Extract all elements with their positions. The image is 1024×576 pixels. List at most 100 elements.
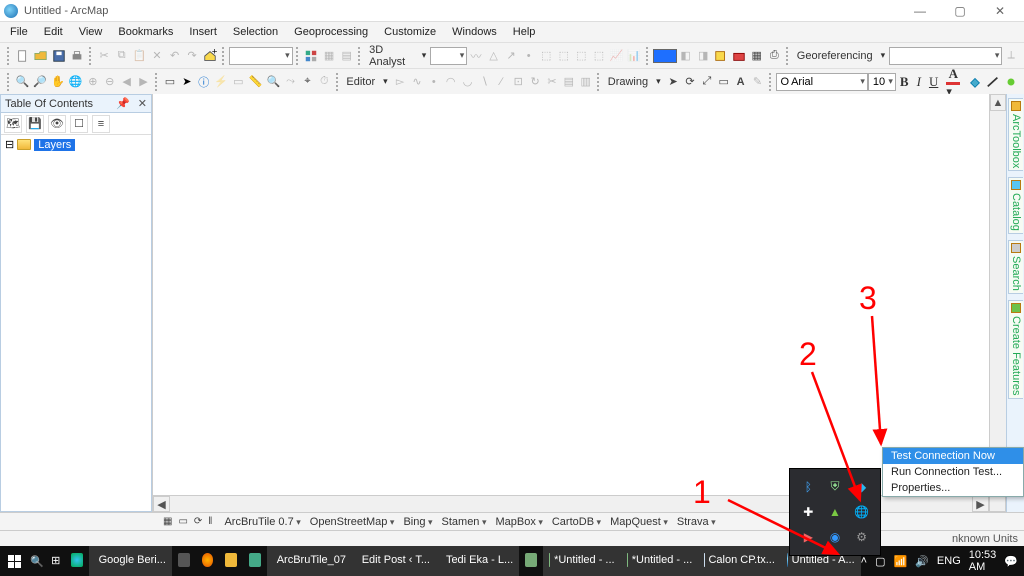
- toc-options-icon[interactable]: ≡: [92, 115, 110, 133]
- graph-icon[interactable]: 📊: [626, 47, 642, 65]
- toolbar-grip[interactable]: [296, 47, 300, 65]
- goto-xy-icon[interactable]: ⌖: [300, 73, 315, 91]
- menu-selection[interactable]: Selection: [225, 24, 286, 40]
- menu-file[interactable]: File: [2, 24, 36, 40]
- toc-close-icon[interactable]: ✕: [134, 97, 151, 110]
- marker-color-icon[interactable]: [1003, 73, 1019, 91]
- interp-a-icon[interactable]: ⬚: [538, 47, 554, 65]
- font-family-dropdown[interactable]: OArial: [776, 73, 868, 91]
- interp-d-icon[interactable]: ⬚: [591, 47, 607, 65]
- slope-icon[interactable]: △: [486, 47, 502, 65]
- tray-item-intel[interactable]: ◉: [823, 526, 848, 549]
- draw-rect-icon[interactable]: ▭: [716, 73, 731, 91]
- taskbar-app-edge[interactable]: [65, 546, 89, 576]
- line-color-icon[interactable]: [985, 73, 1001, 91]
- tray-item-network[interactable]: 🌐: [849, 500, 874, 523]
- tray-wifi-icon[interactable]: 📶: [894, 555, 908, 568]
- highlight-swatch[interactable]: [653, 49, 677, 63]
- cut-icon[interactable]: ✂: [96, 47, 112, 65]
- toolbox-icon[interactable]: [731, 47, 747, 65]
- editor-label[interactable]: Editor: [342, 76, 379, 88]
- identify-icon[interactable]: ⓘ: [196, 73, 211, 91]
- profile-icon[interactable]: 📈: [609, 47, 625, 65]
- tray-item-bt[interactable]: ᛒ: [796, 475, 821, 498]
- tray-notifications-icon[interactable]: 💬: [1004, 555, 1018, 568]
- zoom-out-icon[interactable]: 🔎: [32, 73, 48, 91]
- taskbar-app[interactable]: [519, 546, 543, 576]
- menu-customize[interactable]: Customize: [376, 24, 444, 40]
- menu-bookmarks[interactable]: Bookmarks: [110, 24, 181, 40]
- ctx-properties[interactable]: Properties...: [883, 480, 1023, 496]
- toolbar-grip[interactable]: [7, 47, 11, 65]
- brutile-strava[interactable]: Strava: [674, 516, 719, 528]
- fixed-zoom-out-icon[interactable]: ⊖: [102, 73, 117, 91]
- scroll-up-icon[interactable]: ▲: [990, 94, 1006, 111]
- brutile-cartodb[interactable]: CartoDB: [549, 516, 604, 528]
- taskbar-app-explorer[interactable]: [219, 546, 243, 576]
- print-icon[interactable]: [69, 47, 85, 65]
- next-extent-icon[interactable]: ▶: [136, 73, 151, 91]
- font-size-dropdown[interactable]: 10: [868, 73, 896, 91]
- pan-icon[interactable]: ✋: [50, 73, 66, 91]
- edit-sketch-icon[interactable]: ▥: [578, 73, 593, 91]
- edit-tool-icon[interactable]: ▻: [393, 73, 408, 91]
- toolbar-grip[interactable]: [222, 47, 226, 65]
- menu-view[interactable]: View: [71, 24, 111, 40]
- taskbar-app-chrome[interactable]: Google Beri...: [89, 546, 172, 576]
- edit-cut-icon[interactable]: ✂: [545, 73, 560, 91]
- georef-label[interactable]: Georeferencing: [793, 50, 877, 62]
- draw-rotate-icon[interactable]: ⟳: [683, 73, 698, 91]
- point-icon[interactable]: •: [521, 47, 537, 65]
- toolbar-grip[interactable]: [336, 73, 340, 91]
- taskbar-app-notepad[interactable]: Calon CP.tx...: [698, 546, 781, 576]
- tool-b-icon[interactable]: ▤: [339, 47, 355, 65]
- taskbar-app-explorer2[interactable]: ArcBruTile_07: [267, 546, 352, 576]
- edit-seg-icon[interactable]: ∖: [477, 73, 492, 91]
- side-tab-arctoolbox[interactable]: ArcToolbox: [1008, 98, 1023, 171]
- toolbar-grip[interactable]: [597, 73, 601, 91]
- brutile-osm[interactable]: OpenStreetMap: [307, 516, 398, 528]
- prev-extent-icon[interactable]: ◀: [119, 73, 134, 91]
- map-scrollbar-vertical[interactable]: ▲ ▼: [989, 94, 1006, 495]
- edit-rot-icon[interactable]: ↻: [528, 73, 543, 91]
- tray-item-autodesk[interactable]: ▲: [823, 500, 848, 523]
- menu-edit[interactable]: Edit: [36, 24, 71, 40]
- overlay-b-icon[interactable]: ◨: [695, 47, 711, 65]
- pointer-icon[interactable]: ➤: [179, 73, 194, 91]
- scroll-left-icon[interactable]: ◀: [153, 496, 170, 512]
- edit-attrs-icon[interactable]: ▤: [561, 73, 576, 91]
- toc-pin-icon[interactable]: 📌: [112, 97, 134, 110]
- close-button[interactable]: ✕: [980, 2, 1020, 20]
- new-icon[interactable]: [15, 47, 31, 65]
- los-icon[interactable]: ↗: [503, 47, 519, 65]
- tray-item-defender[interactable]: ✚: [796, 500, 821, 523]
- toc-list-by-source-icon[interactable]: 💾: [26, 115, 44, 133]
- scroll-track[interactable]: [990, 111, 1006, 478]
- time-slider-icon[interactable]: ⏱: [317, 73, 332, 91]
- toolbar-grip[interactable]: [7, 73, 11, 91]
- drawing-label[interactable]: Drawing: [604, 76, 652, 88]
- tray-battery-icon[interactable]: ▢: [875, 555, 885, 568]
- taskbar-app-notepadpp2[interactable]: *Untitled - ...: [621, 546, 699, 576]
- map-canvas[interactable]: ▲ ▼ ◀ ▶: [152, 94, 1006, 512]
- find-icon[interactable]: 🔍: [265, 73, 281, 91]
- interp-b-icon[interactable]: ⬚: [556, 47, 572, 65]
- scroll-right-icon[interactable]: ▶: [972, 496, 989, 512]
- contour-icon[interactable]: 〰: [468, 47, 484, 65]
- italic-button[interactable]: I: [913, 74, 925, 90]
- hyperlink-icon[interactable]: ⚡: [213, 73, 229, 91]
- measure-icon[interactable]: 📏: [248, 73, 264, 91]
- minimize-button[interactable]: —: [900, 2, 940, 20]
- side-tab-search[interactable]: Search: [1008, 240, 1023, 294]
- tray-item-teamviewer[interactable]: ◆: [849, 475, 874, 498]
- toc-list-by-drawing-icon[interactable]: 🗺: [4, 115, 22, 133]
- toc-list-by-visibility-icon[interactable]: 👁: [48, 115, 66, 133]
- menu-windows[interactable]: Windows: [444, 24, 505, 40]
- editor-toolbar-icon[interactable]: [303, 47, 319, 65]
- toolbar-grip[interactable]: [786, 47, 790, 65]
- layout-view-icon[interactable]: ▭: [175, 516, 190, 527]
- python-icon[interactable]: ▦: [749, 47, 765, 65]
- undo-icon[interactable]: ↶: [167, 47, 183, 65]
- tray-clock[interactable]: 10:53 AM: [969, 549, 997, 573]
- copy-icon[interactable]: ⧉: [114, 47, 130, 65]
